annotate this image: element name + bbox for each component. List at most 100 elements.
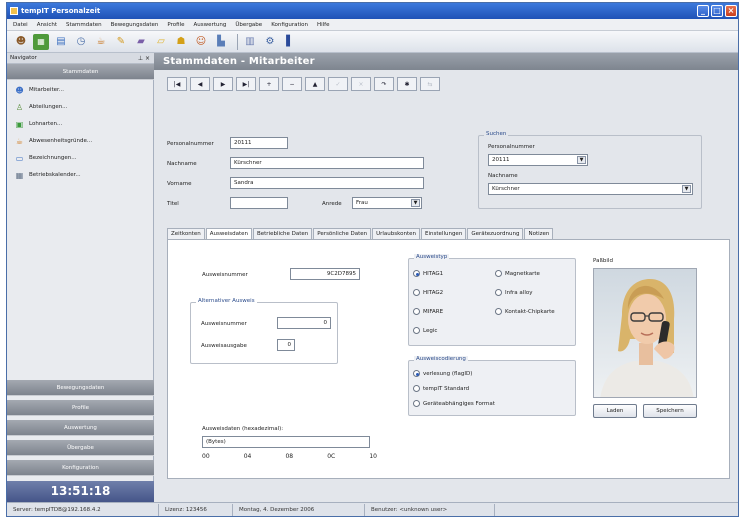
tab-einstellungen[interactable]: Einstellungen bbox=[421, 228, 467, 239]
clock-icon[interactable]: ◷ bbox=[73, 34, 89, 50]
tab-urlaubskonten[interactable]: Urlaubskonten bbox=[372, 228, 421, 239]
radio-hitag1[interactable]: HITAG1 bbox=[413, 270, 443, 277]
menu-auswertung[interactable]: Auswertung bbox=[193, 22, 226, 28]
chevron-down-icon[interactable]: ▼ bbox=[682, 185, 691, 193]
alt-ausweisnummer-field[interactable]: 0 bbox=[277, 317, 331, 329]
radio-hitag2[interactable]: HITAG2 bbox=[413, 289, 443, 296]
suchen-nachname-label: Nachname bbox=[488, 173, 518, 179]
nachname-label: Nachname bbox=[167, 161, 197, 167]
maximize-button[interactable]: □ bbox=[711, 5, 723, 17]
post-record-button[interactable]: ✓ bbox=[328, 77, 348, 91]
tab-persoenliche-daten[interactable]: Persönliche Daten bbox=[313, 228, 372, 239]
menu-bar: Datei Ansicht Stammdaten Bewegungsdaten … bbox=[7, 19, 738, 31]
tab-notizen[interactable]: Notizen bbox=[524, 228, 554, 239]
tab-geraetezuordnung[interactable]: Gerätezuordnung bbox=[467, 228, 524, 239]
menu-stammdaten[interactable]: Stammdaten bbox=[66, 22, 102, 28]
chevron-down-icon[interactable]: ▼ bbox=[577, 156, 586, 164]
nav-item-abwesenheitsgruende[interactable]: ☕ Abwesenheitsgründe... bbox=[15, 135, 92, 147]
navigator-panel: Navigator ⊥ × Stammdaten ☻ Mitarbeiter..… bbox=[7, 53, 154, 502]
menu-bewegungsdaten[interactable]: Bewegungsdaten bbox=[111, 22, 159, 28]
menu-ansicht[interactable]: Ansicht bbox=[37, 22, 57, 28]
clock-display: 13:51:18 bbox=[7, 481, 154, 502]
edit-record-button[interactable]: ▲ bbox=[305, 77, 325, 91]
nav-group-uebergabe[interactable]: Übergabe bbox=[7, 440, 154, 456]
chart-icon[interactable]: ▙ bbox=[213, 34, 229, 50]
minimize-button[interactable]: _ bbox=[697, 5, 709, 17]
nav-item-bezeichnungen[interactable]: ▭ Bezeichnungen... bbox=[15, 152, 77, 164]
nav-group-bewegungsdaten[interactable]: Bewegungsdaten bbox=[7, 380, 154, 396]
menu-uebergabe[interactable]: Übergabe bbox=[235, 22, 262, 28]
radio-magnetkarte[interactable]: Magnetkarte bbox=[495, 270, 540, 277]
calendar-icon[interactable]: ▦ bbox=[33, 33, 49, 50]
nav-item-betriebskalender[interactable]: ▦ Betriebskalender... bbox=[15, 169, 81, 181]
radio-label: HITAG1 bbox=[423, 270, 444, 277]
prev-record-button[interactable]: ◀ bbox=[190, 77, 210, 91]
anrede-label: Anrede bbox=[322, 201, 342, 207]
next-record-button[interactable]: ▶ bbox=[213, 77, 233, 91]
suchen-personalnummer-value: 20111 bbox=[492, 157, 510, 163]
first-record-button[interactable]: |◀ bbox=[167, 77, 187, 91]
lock-icon[interactable]: ☗ bbox=[173, 34, 189, 50]
pin-close-icon[interactable]: ⊥ × bbox=[138, 53, 150, 64]
nav-group-auswertung[interactable]: Auswertung bbox=[7, 420, 154, 436]
radio-infra-alloy[interactable]: Infra alloy bbox=[495, 289, 532, 296]
nav-group-stammdaten[interactable]: Stammdaten bbox=[7, 64, 154, 80]
tab-betriebliche-daten[interactable]: Betriebliche Daten bbox=[252, 228, 313, 239]
hex-scale-tick: 08 bbox=[285, 453, 294, 460]
nav-group-konfiguration[interactable]: Konfiguration bbox=[7, 460, 154, 476]
radio-geraeteabhaengig[interactable]: Geräteabhängiges Format bbox=[413, 400, 495, 407]
titel-field[interactable] bbox=[230, 197, 288, 209]
cancel-record-button[interactable]: × bbox=[351, 77, 371, 91]
people-icon[interactable]: ☺ bbox=[193, 34, 209, 50]
tab-zeitkonten[interactable]: Zeitkonten bbox=[167, 228, 205, 239]
nav-item-abteilungen[interactable]: ♙ Abteilungen... bbox=[15, 101, 68, 113]
ledger-icon: ▣ bbox=[15, 119, 24, 129]
delete-record-button[interactable]: − bbox=[282, 77, 302, 91]
personalnummer-field[interactable]: 20111 bbox=[230, 137, 288, 149]
document-icon[interactable]: ▤ bbox=[53, 34, 69, 50]
alternativer-ausweis-group: Alternativer Ausweis Ausweisnummer 0 Aus… bbox=[190, 298, 338, 364]
ausweisausgabe-field[interactable]: 0 bbox=[277, 339, 295, 351]
nav-item-lohnarten[interactable]: ▣ Lohnarten... bbox=[15, 118, 63, 130]
titel-label: Titel bbox=[167, 201, 179, 207]
hex-scale-tick: 04 bbox=[243, 453, 252, 460]
radio-legic[interactable]: Legic bbox=[413, 327, 437, 334]
add-record-button[interactable]: + bbox=[259, 77, 279, 91]
suchen-personalnummer-select[interactable]: 20111 ▼ bbox=[488, 154, 588, 166]
speichern-button[interactable]: Speichern bbox=[643, 404, 697, 418]
nav-item-mitarbeiter[interactable]: ☻ Mitarbeiter... bbox=[15, 84, 64, 96]
menu-hilfe[interactable]: Hilfe bbox=[317, 22, 330, 28]
radio-verlesung[interactable]: verlesung (flagID) bbox=[413, 370, 472, 377]
hex-field[interactable]: (Bytes) bbox=[202, 436, 370, 448]
menu-profile[interactable]: Profile bbox=[167, 22, 184, 28]
users-icon[interactable]: ☻ bbox=[13, 34, 29, 50]
laden-button[interactable]: Laden bbox=[593, 404, 637, 418]
suchen-nachname-select[interactable]: Kürschner ▼ bbox=[488, 183, 693, 195]
last-record-button[interactable]: ▶| bbox=[236, 77, 256, 91]
folder-open-icon[interactable]: ▱ bbox=[153, 34, 169, 50]
chevron-down-icon[interactable]: ▼ bbox=[411, 199, 420, 207]
hex-scale: 00 04 08 0C 10 bbox=[202, 453, 377, 461]
menu-datei[interactable]: Datei bbox=[13, 22, 28, 28]
book-icon[interactable]: ▥ bbox=[242, 34, 258, 50]
toolbar-separator bbox=[237, 33, 238, 50]
close-button[interactable]: × bbox=[725, 5, 737, 17]
radio-button bbox=[413, 370, 420, 377]
vorname-field[interactable]: Sandra bbox=[230, 177, 424, 189]
status-server: Server: tempITDB@192.168.4.2 bbox=[7, 503, 159, 516]
refresh-button[interactable]: ↷ bbox=[374, 77, 394, 91]
swap-button[interactable]: ⇆ bbox=[420, 77, 440, 91]
coffee-icon[interactable]: ☕ bbox=[93, 34, 109, 50]
radio-tempit-standard[interactable]: tempIT Standard bbox=[413, 385, 469, 392]
folder-icon[interactable]: ▰ bbox=[133, 34, 149, 50]
nav-group-profile[interactable]: Profile bbox=[7, 400, 154, 416]
radio-kontakt-chipkarte[interactable]: Kontakt-Chipkarte bbox=[495, 308, 555, 315]
anrede-select[interactable]: Frau ▼ bbox=[352, 197, 422, 209]
pen-icon[interactable]: ✎ bbox=[113, 34, 129, 50]
menu-konfiguration[interactable]: Konfiguration bbox=[271, 22, 308, 28]
help-icon[interactable]: ⚙ bbox=[262, 34, 278, 50]
radio-mifare[interactable]: MIFARE bbox=[413, 308, 443, 315]
filter-button[interactable]: ✱ bbox=[397, 77, 417, 91]
nachname-field[interactable]: Kürschner bbox=[230, 157, 424, 169]
ausweisnummer-field[interactable]: 9C2D7895 bbox=[290, 268, 360, 280]
